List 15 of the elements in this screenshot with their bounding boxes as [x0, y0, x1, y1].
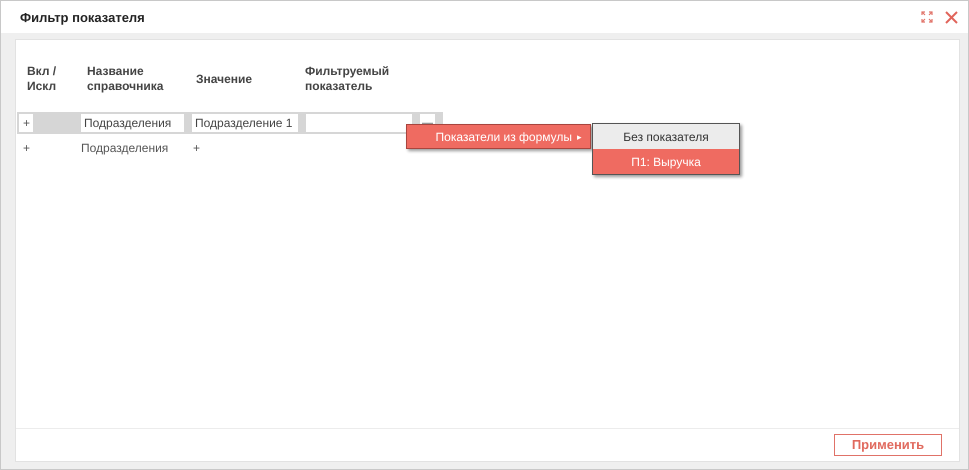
add-value-button[interactable]: + — [190, 141, 200, 155]
window-title: Фильтр показателя — [20, 10, 146, 24]
column-header: Значение — [195, 72, 254, 86]
maximize-icon[interactable] — [921, 11, 933, 23]
directory-field[interactable]: Подразделения — [81, 114, 184, 132]
close-icon[interactable] — [945, 10, 958, 24]
value-field[interactable]: Подразделение 1 — [192, 114, 298, 132]
indicator-field[interactable] — [306, 114, 412, 132]
column-header: Вкл / Искл — [26, 64, 58, 94]
toggle-button[interactable]: + — [19, 114, 33, 132]
toggle-button[interactable]: + — [19, 139, 79, 157]
column-header: Фильтруемый показатель — [304, 64, 390, 94]
column-header: Название справочника — [86, 64, 164, 94]
submenu-item[interactable]: Без показателя — [593, 124, 739, 149]
directory-cell-text: Подразделения — [80, 141, 170, 155]
